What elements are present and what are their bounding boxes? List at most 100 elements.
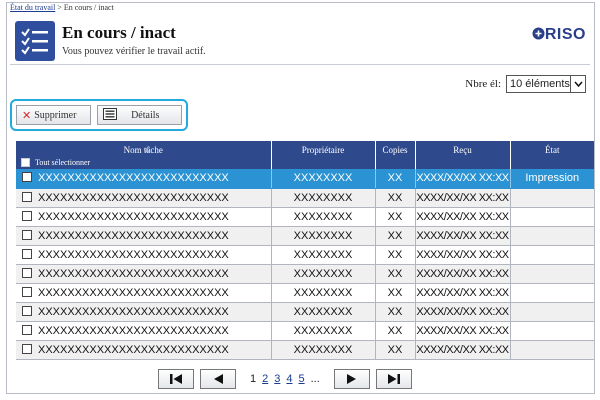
cell-copies: XX (375, 169, 416, 189)
delete-button[interactable]: ✕ Supprimer (16, 105, 92, 125)
row-checkbox[interactable] (22, 172, 32, 183)
first-page-button[interactable] (158, 369, 194, 389)
table-row[interactable]: XXXXXXXXXXXXXXXXXXXXXXXXXX XXXXXXXX XX XXXX… (16, 302, 594, 322)
column-header-job-name[interactable]: Nom tâche ▲ Tout sélectionner (16, 141, 272, 169)
cell-state (510, 302, 594, 322)
page-number-1: 1 (250, 373, 257, 385)
page-number-4[interactable]: 4 (286, 373, 292, 385)
checkbox-icon (21, 158, 30, 167)
job-name-text: XXXXXXXXXXXXXXXXXXXXXXXXXX (38, 191, 229, 204)
table-row[interactable]: XXXXXXXXXXXXXXXXXXXXXXXXXX XXXXXXXX XX XXXX… (16, 264, 594, 284)
riso-logo-icon (532, 27, 545, 40)
table-row[interactable]: XXXXXXXXXXXXXXXXXXXXXXXXXX XXXXXXXX XX XXXX… (16, 207, 594, 227)
cell-copies: XX (375, 283, 416, 303)
items-per-page-label: Nbre él: (465, 78, 501, 90)
cell-received: XXXX/XX/XX XX:XX (415, 321, 511, 341)
job-name-text: XXXXXXXXXXXXXXXXXXXXXXXXXX (38, 343, 229, 356)
row-checkbox[interactable] (22, 248, 32, 259)
page-number-5[interactable]: 5 (299, 373, 305, 385)
page-number-2[interactable]: 2 (262, 373, 268, 385)
row-checkbox[interactable] (22, 267, 32, 278)
pagination: 1 2 3 4 5... (158, 369, 412, 389)
cell-owner: XXXXXXXX (271, 169, 376, 189)
table-row[interactable]: XXXXXXXXXXXXXXXXXXXXXXXXXX XXXXXXXX XX XXXX… (16, 283, 594, 303)
cell-job-name: XXXXXXXXXXXXXXXXXXXXXXXXXX (16, 169, 272, 189)
action-toolbar: ✕ Supprimer Détails (10, 99, 188, 131)
cell-owner: XXXXXXXX (271, 245, 376, 265)
cell-job-name: XXXXXXXXXXXXXXXXXXXXXXXXXX (16, 321, 272, 341)
breadcrumb-link-job-status[interactable]: État du travail (10, 3, 55, 12)
cell-received: XXXX/XX/XX XX:XX (415, 226, 511, 246)
cell-state (510, 188, 594, 208)
row-checkbox[interactable] (22, 229, 32, 240)
job-name-text: XXXXXXXXXXXXXXXXXXXXXXXXXX (38, 210, 229, 223)
cell-copies: XX (375, 340, 416, 360)
job-name-text: XXXXXXXXXXXXXXXXXXXXXXXXXX (38, 172, 229, 185)
row-checkbox[interactable] (22, 305, 32, 316)
table-row[interactable]: XXXXXXXXXXXXXXXXXXXXXXXXXX XXXXXXXX XX XXXX… (16, 340, 594, 360)
previous-page-button[interactable] (200, 369, 236, 389)
cell-copies: XX (375, 207, 416, 227)
page-title: En cours / inact (62, 23, 176, 42)
cell-copies: XX (375, 321, 416, 341)
column-header-state[interactable]: État (510, 141, 594, 169)
job-name-text: XXXXXXXXXXXXXXXXXXXXXXXXXX (38, 286, 229, 299)
table-row[interactable]: XXXXXXXXXXXXXXXXXXXXXXXXXX XXXXXXXX XX XXXX… (16, 321, 594, 341)
cell-state (510, 283, 594, 303)
cell-job-name: XXXXXXXXXXXXXXXXXXXXXXXXXX (16, 264, 272, 284)
table-row[interactable]: XXXXXXXXXXXXXXXXXXXXXXXXXX XXXXXXXX XX XXXX… (16, 226, 594, 246)
cell-state (510, 340, 594, 360)
cell-copies: XX (375, 302, 416, 322)
select-all-checkbox[interactable]: Tout sélectionner (21, 158, 90, 167)
x-icon: ✕ (22, 108, 32, 122)
cell-state (510, 226, 594, 246)
table-header-row: Nom tâche ▲ Tout sélectionner Propriétai… (16, 141, 594, 169)
items-per-page-select[interactable]: 10 éléments (506, 75, 586, 93)
cell-owner: XXXXXXXX (271, 188, 376, 208)
next-page-button[interactable] (333, 369, 370, 389)
row-checkbox[interactable] (22, 210, 32, 221)
job-name-text: XXXXXXXXXXXXXXXXXXXXXXXXXX (38, 267, 229, 280)
page-number-3[interactable]: 3 (274, 373, 280, 385)
column-header-received[interactable]: Reçu (415, 141, 511, 169)
cell-job-name: XXXXXXXXXXXXXXXXXXXXXXXXXX (16, 283, 272, 303)
cell-owner: XXXXXXXX (271, 340, 376, 360)
column-header-owner[interactable]: Propriétaire (271, 141, 376, 169)
cell-copies: XX (375, 245, 416, 265)
delete-button-label: Supprimer (34, 109, 77, 121)
cell-received: XXXX/XX/XX XX:XX (415, 169, 511, 189)
details-button-label: Détails (131, 109, 160, 121)
cell-received: XXXX/XX/XX XX:XX (415, 245, 511, 265)
cell-received: XXXX/XX/XX XX:XX (415, 283, 511, 303)
table-row[interactable]: XXXXXXXXXXXXXXXXXXXXXXXXXX XXXXXXXX XX XXXX… (16, 245, 594, 265)
cell-owner: XXXXXXXX (271, 207, 376, 227)
row-checkbox[interactable] (22, 343, 32, 354)
cell-owner: XXXXXXXX (271, 283, 376, 303)
page-numbers: 1 2 3 4 5... (250, 373, 320, 385)
logo-text: RISO (544, 26, 586, 43)
cell-copies: XX (375, 188, 416, 208)
cell-copies: XX (375, 264, 416, 284)
cell-state (510, 321, 594, 341)
table-row[interactable]: XXXXXXXXXXXXXXXXXXXXXXXXXX XXXXXXXX XX XXXX… (16, 169, 594, 189)
last-page-button[interactable] (375, 369, 412, 389)
job-list-icon (15, 21, 55, 61)
job-name-text: XXXXXXXXXXXXXXXXXXXXXXXXXX (38, 324, 229, 337)
table-row[interactable]: XXXXXXXXXXXXXXXXXXXXXXXXXX XXXXXXXX XX XXXX… (16, 188, 594, 208)
page-subtitle: Vous pouvez vérifier le travail actif. (62, 46, 206, 57)
details-button[interactable]: Détails (97, 105, 182, 125)
cell-copies: XX (375, 226, 416, 246)
row-checkbox[interactable] (22, 286, 32, 297)
cell-job-name: XXXXXXXXXXXXXXXXXXXXXXXXXX (16, 226, 272, 246)
first-page-icon (170, 374, 182, 384)
row-checkbox[interactable] (22, 191, 32, 202)
header-divider (10, 64, 590, 65)
cell-owner: XXXXXXXX (271, 264, 376, 284)
row-checkbox[interactable] (22, 324, 32, 335)
breadcrumb: État du travail > En cours / inact (10, 3, 114, 12)
job-name-text: XXXXXXXXXXXXXXXXXXXXXXXXXX (38, 229, 229, 242)
column-header-copies[interactable]: Copies (375, 141, 416, 169)
cell-received: XXXX/XX/XX XX:XX (415, 340, 511, 360)
details-list-icon (103, 107, 118, 123)
job-name-text: XXXXXXXXXXXXXXXXXXXXXXXXXX (38, 248, 229, 261)
